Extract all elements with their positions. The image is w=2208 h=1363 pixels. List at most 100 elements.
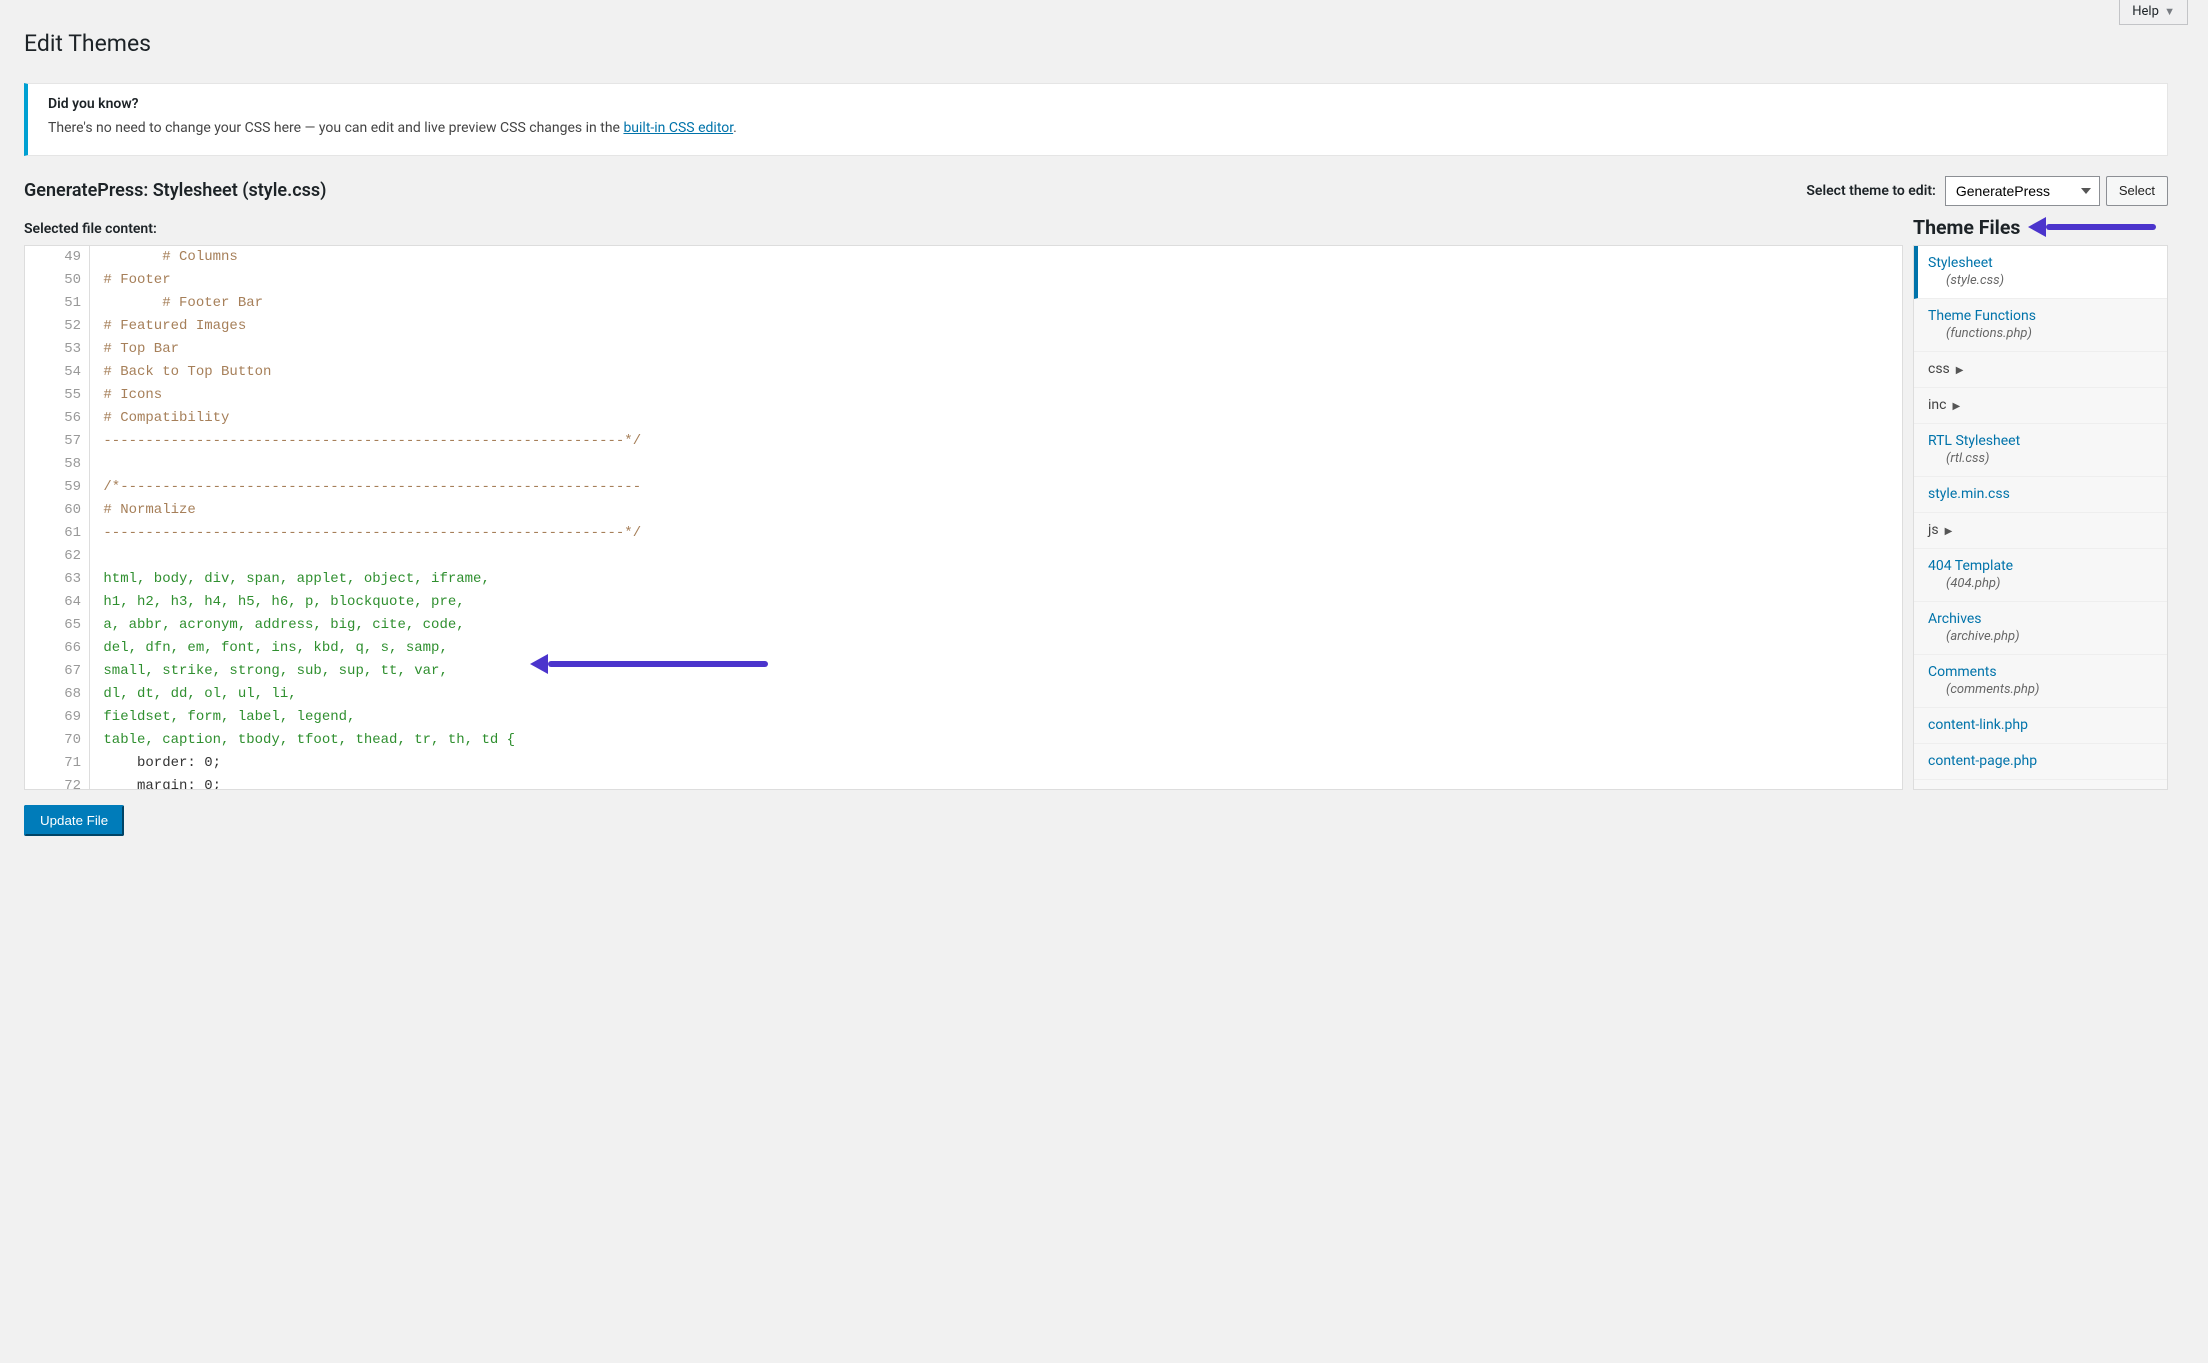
- code-line: 52 # Featured Images: [25, 315, 1902, 338]
- folder-css[interactable]: css▶: [1914, 352, 2167, 388]
- line-number: 58: [25, 453, 90, 476]
- code-line: 54 # Back to Top Button: [25, 361, 1902, 384]
- line-text: margin: 0;: [90, 775, 221, 789]
- file-sublabel: (rtl.css): [1928, 451, 2153, 466]
- file-sublabel: (comments.php): [1928, 682, 2153, 697]
- line-number: 62: [25, 545, 90, 568]
- chevron-right-icon: ▶: [1945, 526, 1953, 537]
- code-line: 72 margin: 0;: [25, 775, 1902, 789]
- line-text: border: 0;: [90, 752, 221, 775]
- file-label: Archives: [1928, 611, 2153, 627]
- line-text: # Back to Top Button: [90, 361, 271, 384]
- line-number: 71: [25, 752, 90, 775]
- line-text: fieldset, form, label, legend,: [90, 706, 355, 729]
- line-number: 66: [25, 637, 90, 660]
- folder-js[interactable]: js▶: [1914, 513, 2167, 549]
- line-text: dl, dt, dd, ol, ul, li,: [90, 683, 297, 706]
- code-line: 56 # Compatibility: [25, 407, 1902, 430]
- file-sublabel: (functions.php): [1928, 326, 2153, 341]
- file-theme-functions[interactable]: Theme Functions(functions.php): [1914, 299, 2167, 352]
- file-label: Stylesheet: [1928, 255, 2153, 271]
- line-text: ----------------------------------------…: [90, 430, 641, 453]
- update-file-button[interactable]: Update File: [24, 805, 124, 836]
- notice-text: There's no need to change your CSS here …: [48, 120, 2147, 136]
- file-rtl-stylesheet[interactable]: RTL Stylesheet (rtl.css): [1914, 424, 2167, 477]
- line-number: 72: [25, 775, 90, 789]
- code-editor[interactable]: 49 # Columns50 # Footer51 # Footer Bar52…: [24, 245, 1903, 790]
- theme-select-label: Select theme to edit:: [1806, 183, 1935, 199]
- code-line: 64 h1, h2, h3, h4, h5, h6, p, blockquote…: [25, 591, 1902, 614]
- code-line: 69 fieldset, form, label, legend,: [25, 706, 1902, 729]
- file-label: Comments: [1928, 664, 2153, 680]
- select-button[interactable]: Select: [2106, 176, 2168, 206]
- line-number: 67: [25, 660, 90, 683]
- file-label: content-page.php: [1928, 753, 2153, 769]
- code-line: 55 # Icons: [25, 384, 1902, 407]
- line-number: 70: [25, 729, 90, 752]
- line-number: 54: [25, 361, 90, 384]
- notice-heading: Did you know?: [48, 96, 2147, 112]
- line-text: # Normalize: [90, 499, 196, 522]
- file-style-min-css[interactable]: style.min.css: [1914, 477, 2167, 513]
- code-line: 62: [25, 545, 1902, 568]
- file-stylesheet[interactable]: Stylesheet (style.css): [1914, 246, 2167, 299]
- line-number: 57: [25, 430, 90, 453]
- file-label: style.min.css: [1928, 486, 2153, 502]
- help-tab-label: Help: [2132, 4, 2159, 19]
- folder-inc[interactable]: inc▶: [1914, 388, 2167, 424]
- line-text: ----------------------------------------…: [90, 522, 641, 545]
- help-tab[interactable]: Help ▼: [2119, 0, 2188, 25]
- line-text: h1, h2, h3, h4, h5, h6, p, blockquote, p…: [90, 591, 465, 614]
- file-label: js▶: [1928, 522, 2153, 538]
- file-404-template[interactable]: 404 Template(404.php): [1914, 549, 2167, 602]
- built-in-css-editor-link[interactable]: built-in CSS editor: [623, 120, 733, 136]
- current-file-heading: GeneratePress: Stylesheet (style.css): [24, 180, 326, 201]
- line-number: 68: [25, 683, 90, 706]
- line-text: # Compatibility: [90, 407, 229, 430]
- chevron-right-icon: ▶: [1952, 401, 1960, 412]
- code-line: 57 -------------------------------------…: [25, 430, 1902, 453]
- file-content-link[interactable]: content-link.php: [1914, 708, 2167, 744]
- line-number: 49: [25, 246, 90, 269]
- line-text: # Icons: [90, 384, 162, 407]
- file-list[interactable]: Stylesheet (style.css) Theme Functions(fun…: [1913, 245, 2168, 790]
- code-line: 66 del, dfn, em, font, ins, kbd, q, s, s…: [25, 637, 1902, 660]
- line-number: 52: [25, 315, 90, 338]
- line-text: /*--------------------------------------…: [90, 476, 641, 499]
- line-text: del, dfn, em, font, ins, kbd, q, s, samp…: [90, 637, 448, 660]
- line-text: # Featured Images: [90, 315, 246, 338]
- file-label: inc▶: [1928, 397, 2153, 413]
- file-content-page[interactable]: content-page.php: [1914, 744, 2167, 780]
- code-line: 58: [25, 453, 1902, 476]
- theme-files-heading: Theme Files: [1913, 216, 2020, 239]
- line-text: table, caption, tbody, tfoot, thead, tr,…: [90, 729, 515, 752]
- chevron-down-icon: ▼: [2164, 5, 2175, 18]
- line-number: 63: [25, 568, 90, 591]
- arrow-annotation-code: [530, 654, 768, 674]
- code-line: 67 small, strike, strong, sub, sup, tt, …: [25, 660, 1902, 683]
- line-text: [90, 545, 95, 568]
- line-number: 53: [25, 338, 90, 361]
- file-sublabel: (style.css): [1928, 273, 2153, 288]
- code-line: 68 dl, dt, dd, ol, ul, li,: [25, 683, 1902, 706]
- code-line: 61 -------------------------------------…: [25, 522, 1902, 545]
- line-number: 55: [25, 384, 90, 407]
- theme-select[interactable]: GeneratePress: [1945, 176, 2100, 206]
- page-title: Edit Themes: [24, 20, 2168, 63]
- file-archives[interactable]: Archives(archive.php): [1914, 602, 2167, 655]
- code-line: 60 # Normalize: [25, 499, 1902, 522]
- code-line: 50 # Footer: [25, 269, 1902, 292]
- line-number: 65: [25, 614, 90, 637]
- line-number: 60: [25, 499, 90, 522]
- file-label: RTL Stylesheet: [1928, 433, 2153, 449]
- file-comments[interactable]: Comments (comments.php): [1914, 655, 2167, 708]
- code-line: 53 # Top Bar: [25, 338, 1902, 361]
- line-text: # Top Bar: [90, 338, 179, 361]
- code-line: 63 html, body, div, span, applet, object…: [25, 568, 1902, 591]
- line-number: 69: [25, 706, 90, 729]
- line-text: html, body, div, span, applet, object, i…: [90, 568, 490, 591]
- line-number: 64: [25, 591, 90, 614]
- line-text: # Footer: [90, 269, 171, 292]
- line-number: 61: [25, 522, 90, 545]
- selected-file-label: Selected file content:: [24, 221, 1903, 237]
